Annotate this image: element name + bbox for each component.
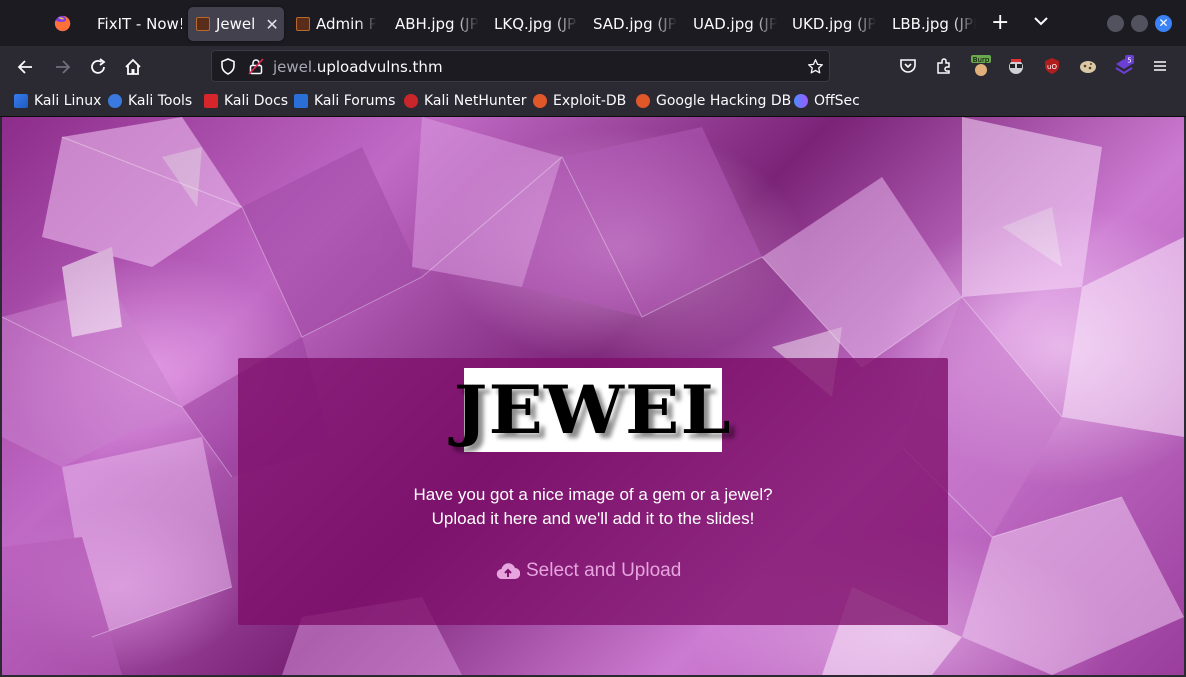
nethunter-icon — [404, 94, 418, 108]
url-bar[interactable]: jewel.uploadvulns.thm — [211, 50, 830, 82]
burp-label: Burp — [973, 56, 990, 64]
bookmark-star-icon[interactable] — [807, 58, 824, 75]
bookmark-kali-tools[interactable]: Kali Tools — [108, 93, 192, 109]
bookmark-label: Kali Tools — [128, 93, 193, 109]
tab-abh[interactable]: ABH.jpg (JPE — [395, 7, 479, 41]
ghdb-icon — [636, 94, 650, 108]
cloud-upload-icon — [496, 563, 520, 580]
close-tab-icon[interactable]: ✕ — [265, 15, 278, 34]
exploit-db-icon — [533, 94, 547, 108]
upload-panel: JEWEL Have you got a nice image of a gem… — [238, 358, 948, 625]
tab-lbb[interactable]: LBB.jpg (JPE — [892, 7, 976, 41]
cookie-editor-icon[interactable] — [1077, 55, 1099, 77]
back-icon[interactable] — [16, 57, 36, 77]
tab-uad[interactable]: UAD.jpg (JPE — [693, 7, 777, 41]
menu-icon[interactable] — [1149, 55, 1171, 77]
bookmark-kali-forums[interactable]: Kali Forums — [294, 93, 395, 109]
new-tab-button[interactable]: + — [991, 10, 1009, 35]
tracking-shield-icon[interactable] — [220, 58, 236, 75]
bookmarks-toolbar: Kali Linux Kali Tools Kali Docs Kali For… — [0, 88, 1186, 117]
admin-favicon-icon — [296, 17, 310, 31]
tab-ukd[interactable]: UKD.jpg (JPE — [792, 7, 876, 41]
user-agent-switcher-icon[interactable] — [1005, 55, 1027, 77]
tab-sad[interactable]: SAD.jpg (JPE — [593, 7, 677, 41]
tab-label: SAD.jpg (JPE — [593, 15, 677, 33]
message-line-1: Have you got a nice image of a gem or a … — [413, 485, 773, 504]
url-subdomain: jewel. — [273, 58, 317, 76]
bookmark-label: OffSec — [814, 93, 860, 109]
kali-dragon-icon — [14, 94, 28, 108]
bookmark-kali-nethunter[interactable]: Kali NetHunter — [404, 93, 526, 109]
tab-label: Admin P — [316, 15, 376, 33]
tab-strip: FixIT - Now! Jewel ✕ Admin P ABH.jpg (JP… — [0, 0, 1186, 46]
message-line-2: Upload it here and we'll add it to the s… — [431, 509, 755, 528]
offsec-icon — [794, 94, 808, 108]
tab-label: UKD.jpg (JPE — [792, 15, 876, 33]
extension-badge: 5 — [1127, 57, 1131, 65]
bookmark-kali-linux[interactable]: Kali Linux — [14, 93, 101, 109]
bookmark-label: Google Hacking DB — [656, 93, 792, 109]
bookmark-kali-docs[interactable]: Kali Docs — [204, 93, 288, 109]
url-text[interactable]: jewel.uploadvulns.thm — [273, 58, 443, 76]
tab-label: ABH.jpg (JPE — [395, 15, 479, 33]
lock-insecure-icon[interactable] — [248, 58, 264, 75]
page-content: JEWEL Have you got a nice image of a gem… — [2, 117, 1184, 675]
bookmark-google-hacking-db[interactable]: Google Hacking DB — [636, 93, 791, 109]
jewel-logo: JEWEL — [454, 368, 731, 452]
tab-jewel[interactable]: Jewel ✕ — [188, 7, 284, 41]
jewel-favicon-icon — [196, 17, 210, 31]
foxyproxy-icon[interactable]: 5 — [1113, 55, 1135, 77]
bookmark-label: Kali Forums — [314, 93, 396, 109]
minimize-button[interactable] — [1107, 15, 1124, 32]
bookmark-exploit-db[interactable]: Exploit-DB — [533, 93, 626, 109]
kali-forums-icon — [294, 94, 308, 108]
svg-text:uO: uO — [1047, 63, 1057, 71]
bookmark-offsec[interactable]: OffSec — [794, 93, 860, 109]
close-window-button[interactable]: ✕ — [1155, 15, 1172, 32]
upload-label: Select and Upload — [526, 560, 682, 581]
chevron-down-icon[interactable] — [1033, 13, 1049, 29]
bookmark-label: Kali Docs — [224, 93, 289, 109]
kali-docs-icon — [204, 94, 218, 108]
tab-fixit[interactable]: FixIT - Now! — [97, 7, 182, 41]
tab-label: FixIT - Now! — [97, 15, 182, 33]
tab-lkq[interactable]: LKQ.jpg (JPE — [494, 7, 578, 41]
extensions-icon[interactable] — [933, 55, 955, 77]
select-and-upload-button[interactable]: Select and Upload — [496, 560, 681, 582]
pocket-icon[interactable] — [897, 55, 919, 77]
burp-proxy-icon[interactable]: Burp — [970, 55, 992, 77]
firefox-icon[interactable] — [54, 15, 71, 32]
home-icon[interactable] — [123, 57, 143, 77]
url-domain: uploadvulns.thm — [316, 58, 443, 76]
forward-icon[interactable] — [52, 57, 72, 77]
reload-icon[interactable] — [88, 57, 108, 77]
tab-label: LKQ.jpg (JPE — [494, 15, 578, 33]
bookmark-label: Kali NetHunter — [424, 93, 527, 109]
tab-label: UAD.jpg (JPE — [693, 15, 777, 33]
kali-tools-icon — [108, 94, 122, 108]
maximize-button[interactable] — [1131, 15, 1148, 32]
tab-admin[interactable]: Admin P — [296, 7, 376, 41]
tab-label: LBB.jpg (JPE — [892, 15, 976, 33]
tab-label: Jewel — [216, 15, 256, 33]
bookmark-label: Exploit-DB — [553, 93, 627, 109]
ublock-origin-icon[interactable]: uO — [1041, 55, 1063, 77]
logo-text: JEWEL — [454, 371, 732, 449]
bookmark-label: Kali Linux — [34, 93, 102, 109]
